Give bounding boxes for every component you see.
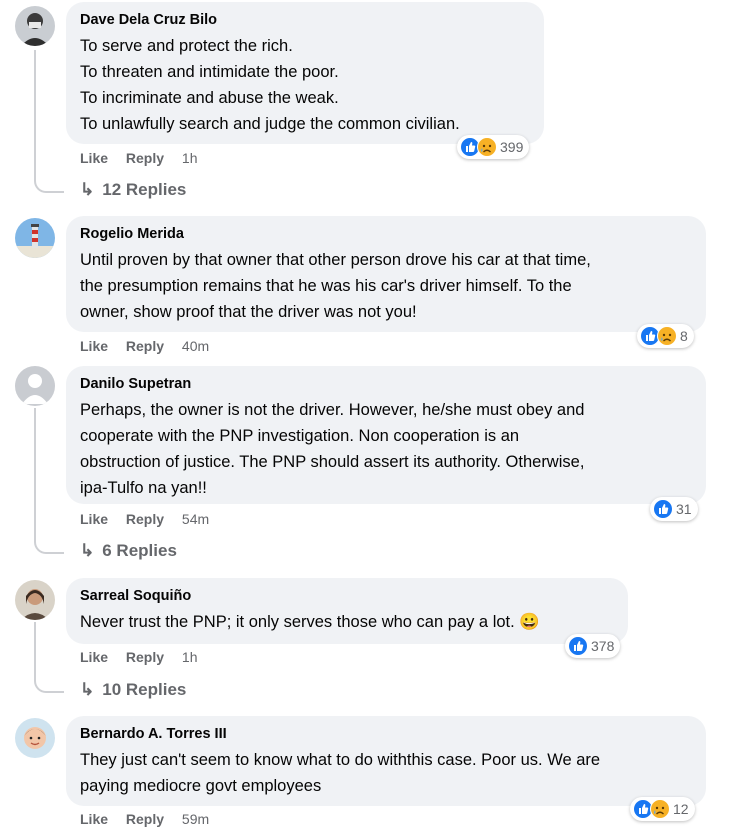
comment-timestamp[interactable]: 40m	[182, 338, 209, 354]
avatar[interactable]	[15, 718, 55, 758]
replies-label: 6 Replies	[102, 541, 177, 560]
comment-actions: Like Reply 54m	[80, 511, 209, 527]
like-icon	[568, 636, 588, 656]
comment-text-line: Never trust the PNP; it only serves thos…	[80, 613, 540, 631]
comment-author[interactable]: Danilo Supetran	[80, 376, 692, 392]
reply-button[interactable]: Reply	[126, 649, 164, 665]
thread-line	[34, 622, 36, 675]
reaction-count: 12	[673, 801, 689, 817]
sad-icon	[650, 799, 670, 819]
like-button[interactable]: Like	[80, 150, 108, 166]
comment-actions: Like Reply 1h	[80, 150, 198, 166]
reaction-count: 31	[676, 501, 692, 517]
reaction-count: 378	[591, 638, 615, 654]
comment-actions: Like Reply 40m	[80, 338, 209, 354]
comment-timestamp[interactable]: 1h	[182, 649, 198, 665]
reply-button[interactable]: Reply	[126, 811, 164, 827]
comment-bubble: Sarreal Soquiño Never trust the PNP; it …	[66, 578, 628, 644]
comment-author[interactable]: Bernardo A. Torres III	[80, 726, 692, 742]
view-replies-button[interactable]: ↳ 10 Replies	[80, 680, 186, 700]
comment-timestamp[interactable]: 1h	[182, 150, 198, 166]
comment-bubble: Bernardo A. Torres III They just can't s…	[66, 716, 706, 806]
reaction-summary[interactable]: 378	[565, 634, 621, 658]
comment-text-line: ipa-Tulfo na yan!!	[80, 479, 207, 497]
avatar[interactable]	[15, 218, 55, 258]
reply-arrow-icon: ↳	[80, 180, 95, 199]
comment-text-line: To serve and protect the rich.	[80, 37, 293, 55]
comment-text-line: paying mediocre govt employees	[80, 777, 322, 795]
reaction-summary[interactable]: 31	[650, 497, 698, 521]
like-button[interactable]: Like	[80, 511, 108, 527]
comment-actions: Like Reply 59m	[80, 811, 209, 827]
comment-author[interactable]: Dave Dela Cruz Bilo	[80, 12, 530, 28]
avatar[interactable]	[15, 6, 55, 46]
view-replies-button[interactable]: ↳ 12 Replies	[80, 180, 186, 200]
thread-line	[34, 408, 36, 536]
comment-text-line: To incriminate and abuse the weak.	[80, 89, 339, 107]
reply-button[interactable]: Reply	[126, 338, 164, 354]
reply-button[interactable]: Reply	[126, 511, 164, 527]
comment-bubble: Rogelio Merida Until proven by that owne…	[66, 216, 706, 332]
like-button[interactable]: Like	[80, 338, 108, 354]
reaction-summary[interactable]: 399	[457, 135, 530, 159]
comment-text-line: They just can't seem to know what to do …	[80, 751, 601, 769]
reply-arrow-icon: ↳	[80, 680, 95, 699]
like-button[interactable]: Like	[80, 649, 108, 665]
thread-connector	[34, 175, 64, 193]
comment-author[interactable]: Sarreal Soquiño	[80, 588, 614, 604]
thread-connector	[34, 675, 64, 693]
thread-connector	[34, 536, 64, 554]
reaction-summary[interactable]: 8	[637, 324, 694, 348]
view-replies-button[interactable]: ↳ 6 Replies	[80, 541, 177, 561]
comment-author[interactable]: Rogelio Merida	[80, 226, 692, 242]
replies-label: 12 Replies	[102, 180, 187, 199]
comment-text-line: owner, show proof that the driver was no…	[80, 303, 417, 321]
comment-bubble: Dave Dela Cruz Bilo To serve and protect…	[66, 2, 544, 144]
comment-text-line: To unlawfully search and judge the commo…	[80, 115, 460, 133]
sad-icon	[477, 137, 497, 157]
comment-bubble: Danilo Supetran Perhaps, the owner is no…	[66, 366, 706, 504]
reply-button[interactable]: Reply	[126, 150, 164, 166]
comment-text-line: Until proven by that owner that other pe…	[80, 251, 591, 269]
comment-timestamp[interactable]: 54m	[182, 511, 209, 527]
thread-line	[34, 50, 36, 175]
comment-text-line: To threaten and intimidate the poor.	[80, 63, 339, 81]
reaction-count: 8	[680, 328, 688, 344]
reaction-summary[interactable]: 12	[630, 797, 695, 821]
reply-arrow-icon: ↳	[80, 541, 95, 560]
like-icon	[653, 499, 673, 519]
replies-label: 10 Replies	[102, 680, 187, 699]
reaction-count: 399	[500, 139, 524, 155]
comment-text-line: obstruction of justice. The PNP should a…	[80, 453, 585, 471]
comment-text-line: the presumption remains that he was his …	[80, 277, 572, 295]
avatar[interactable]	[15, 366, 55, 406]
comment-actions: Like Reply 1h	[80, 649, 198, 665]
like-button[interactable]: Like	[80, 811, 108, 827]
sad-icon	[657, 326, 677, 346]
comment-text-line: Perhaps, the owner is not the driver. Ho…	[80, 401, 585, 419]
comment-timestamp[interactable]: 59m	[182, 811, 209, 827]
avatar[interactable]	[15, 580, 55, 620]
comment-text-line: cooperate with the PNP investigation. No…	[80, 427, 520, 445]
